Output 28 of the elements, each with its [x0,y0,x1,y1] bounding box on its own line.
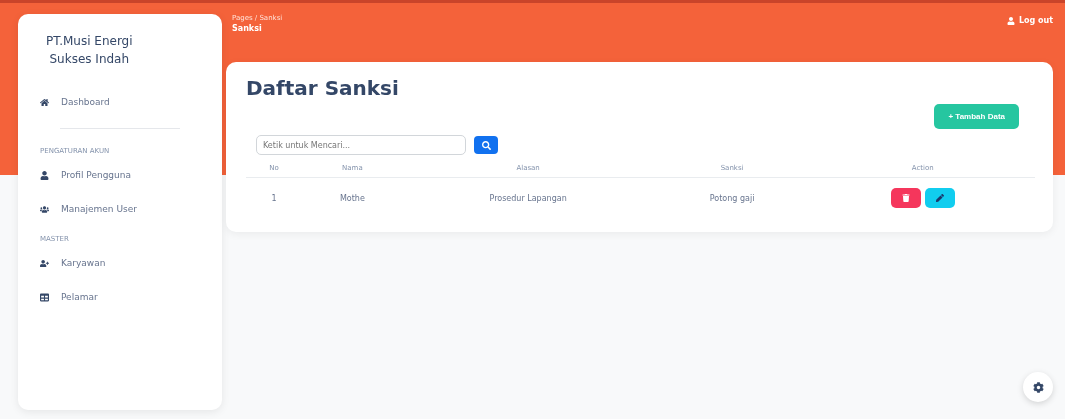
table-cell: Mothe [302,177,403,218]
user-plus-icon [40,258,49,268]
sidebar-item[interactable]: Profil Pengguna [34,161,206,189]
brand-name: PT.Musi Energi Sukses Indah [45,33,133,68]
card-title: Daftar Sanksi [246,76,400,100]
sidebar-item[interactable]: Pelamar [34,283,206,311]
page-title: Sanksi [232,24,263,33]
edit-button[interactable] [924,188,955,208]
user-icon [40,170,49,180]
table-cell: Prosedur Lapangan [402,177,654,218]
sidebar-item[interactable]: Karyawan [34,249,206,277]
table-cell: 1 [246,177,303,218]
sidebar-item[interactable]: Manajemen User [34,195,206,223]
settings-icon [1032,381,1044,393]
user-icon [1006,16,1015,25]
home-icon [40,97,49,107]
search-button[interactable] [474,136,498,154]
delete-button[interactable] [890,188,921,208]
pencil-icon [935,194,944,202]
table-cell: Potong gaji [653,177,811,218]
sidebar-item[interactable]: Dashboard [34,88,206,116]
trash-icon [901,194,910,202]
search-field[interactable]: Ketik untuk Mencari... [256,135,466,155]
users-icon [40,204,49,214]
search-icon [481,140,491,150]
settings-button[interactable] [1023,372,1053,402]
table-icon [40,292,49,302]
logout-link[interactable]: Log out [1006,14,1053,25]
